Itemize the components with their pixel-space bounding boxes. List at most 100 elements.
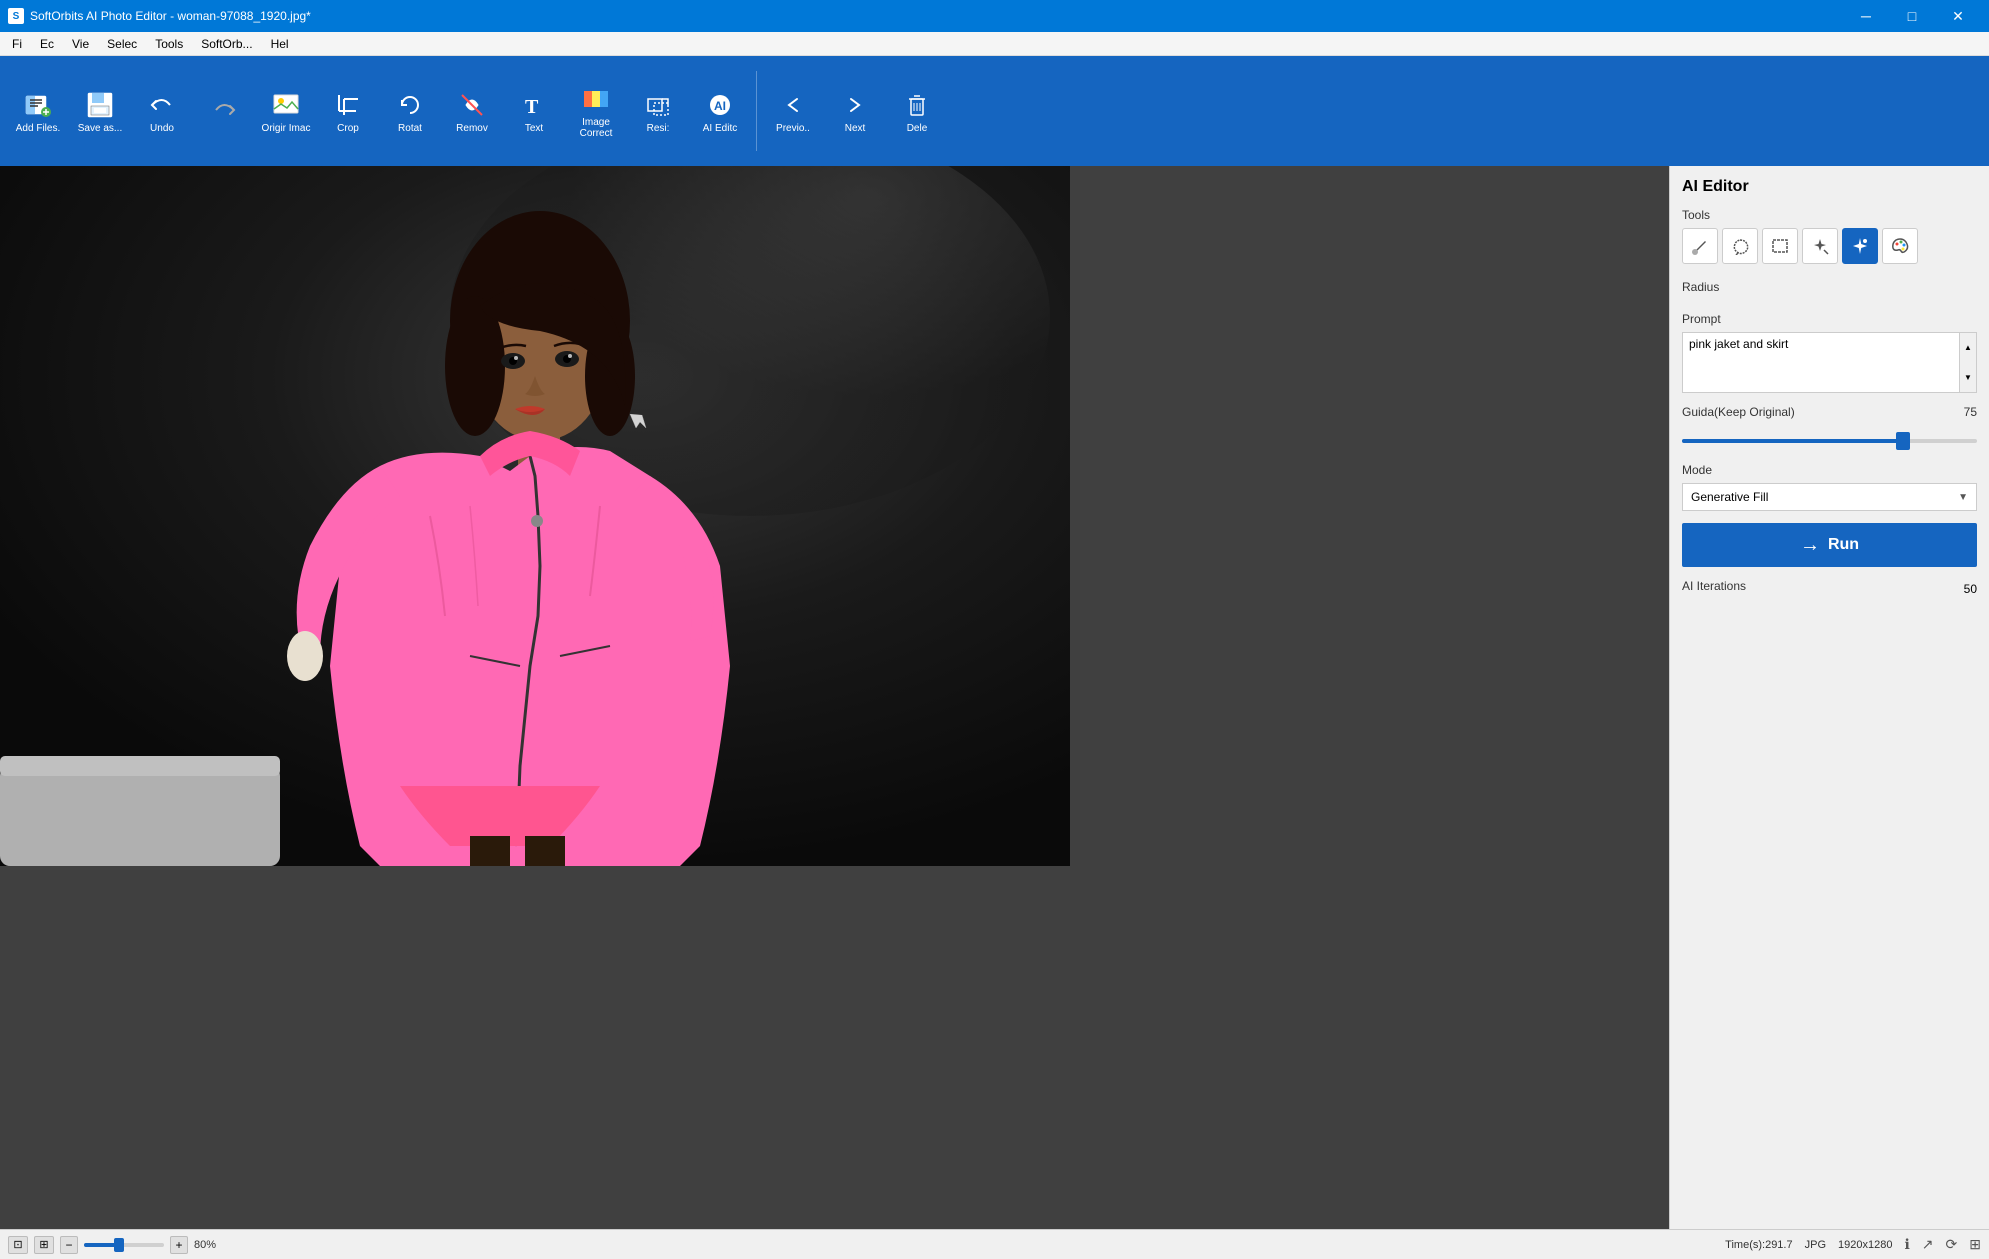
rotate-icon[interactable]: ⟳	[1946, 1236, 1958, 1253]
zoom-actual-button[interactable]: ⊞	[34, 1236, 54, 1254]
brush-tool-button[interactable]	[1682, 228, 1718, 264]
magic-select-button[interactable]	[1802, 228, 1838, 264]
svg-text:AI: AI	[714, 99, 726, 113]
maximize-button[interactable]: □	[1889, 0, 1935, 32]
chevron-down-icon: ▼	[1958, 492, 1968, 503]
rotate-label: Rotat	[398, 123, 422, 134]
run-label: Run	[1828, 536, 1859, 554]
remove-icon	[456, 89, 488, 121]
status-right: Time(s):291.7 JPG 1920x1280 ℹ ↗ ⟳ ⊞	[1725, 1236, 1981, 1253]
menu-softorb[interactable]: SoftOrb...	[193, 32, 260, 55]
run-icon: →	[1800, 534, 1820, 557]
time-display: Time(s):291.7	[1725, 1239, 1792, 1251]
add-files-icon	[22, 89, 54, 121]
zoom-slider[interactable]	[84, 1243, 164, 1247]
guidance-slider-thumb[interactable]	[1896, 432, 1910, 450]
iterations-value: 50	[1964, 582, 1977, 596]
lasso-tool-button[interactable]	[1722, 228, 1758, 264]
redo-button[interactable]	[194, 63, 254, 159]
iterations-section: AI Iterations 50	[1682, 579, 1977, 599]
svg-text:T: T	[525, 96, 539, 118]
menu-bar: Fi Ec Vie Selec Tools SoftOrb... Hel	[0, 32, 1989, 56]
grid-icon[interactable]: ⊞	[1969, 1236, 1981, 1253]
zoom-slider-fill	[84, 1243, 116, 1247]
radius-section: Radius	[1682, 280, 1977, 300]
prompt-label: Prompt	[1682, 312, 1977, 326]
zoom-value: 80%	[194, 1239, 216, 1251]
run-button[interactable]: → Run	[1682, 523, 1977, 567]
menu-hel[interactable]: Hel	[263, 32, 297, 55]
crop-button[interactable]: Crop	[318, 63, 378, 159]
photo-canvas	[0, 166, 1070, 866]
rectangle-select-button[interactable]	[1762, 228, 1798, 264]
save-as-button[interactable]: Save as...	[70, 63, 130, 159]
guidance-slider-track[interactable]	[1682, 439, 1977, 443]
save-as-icon	[84, 89, 116, 121]
rotate-icon	[394, 89, 426, 121]
ai-editor-button[interactable]: AI AI Editc	[690, 63, 750, 159]
dimensions-display: 1920x1280	[1838, 1239, 1892, 1251]
save-as-label: Save as...	[78, 123, 122, 134]
window-title: SoftOrbits AI Photo Editor - woman-97088…	[30, 9, 311, 23]
panel-title: AI Editor	[1682, 178, 1977, 196]
menu-fi[interactable]: Fi	[4, 32, 30, 55]
external-link-icon[interactable]: ↗	[1922, 1236, 1934, 1253]
toolbar-separator	[756, 71, 757, 151]
guidance-slider-fill	[1682, 439, 1903, 443]
text-label: Text	[525, 123, 543, 134]
format-display: JPG	[1805, 1239, 1826, 1251]
minimize-button[interactable]: ─	[1843, 0, 1889, 32]
undo-label: Undo	[150, 123, 174, 134]
status-left: ⊡ ⊞ − + 80%	[8, 1236, 1717, 1254]
rotate-button[interactable]: Rotat	[380, 63, 440, 159]
next-label: Next	[845, 123, 866, 134]
zoom-slider-thumb[interactable]	[114, 1238, 124, 1252]
prompt-section: Prompt pink jaket and skirt ▲ ▼	[1682, 312, 1977, 393]
zoom-minus-button[interactable]: −	[60, 1236, 78, 1254]
menu-ec[interactable]: Ec	[32, 32, 62, 55]
image-correction-button[interactable]: Image Correct	[566, 63, 626, 159]
canvas-area[interactable]	[0, 166, 1669, 1229]
mode-label: Mode	[1682, 463, 1977, 477]
prompt-scroll-up[interactable]: ▲	[1960, 333, 1976, 363]
close-button[interactable]: ✕	[1935, 0, 1981, 32]
remove-button[interactable]: Remov	[442, 63, 502, 159]
delete-button[interactable]: Dele	[887, 63, 947, 159]
menu-selec[interactable]: Selec	[99, 32, 145, 55]
palette-tool-button[interactable]	[1882, 228, 1918, 264]
menu-tools[interactable]: Tools	[147, 32, 191, 55]
prompt-scrollbar: ▲ ▼	[1959, 333, 1976, 392]
menu-vie[interactable]: Vie	[64, 32, 97, 55]
original-image-button[interactable]: Origir Imac	[256, 63, 316, 159]
mode-value: Generative Fill	[1691, 490, 1768, 504]
zoom-plus-button[interactable]: +	[170, 1236, 188, 1254]
ai-editor-label: AI Editc	[703, 123, 737, 134]
resize-icon	[642, 89, 674, 121]
mode-dropdown[interactable]: Generative Fill ▼	[1682, 483, 1977, 511]
resize-button[interactable]: Resi:	[628, 63, 688, 159]
ai-editor-icon: AI	[704, 89, 736, 121]
delete-icon	[901, 89, 933, 121]
guidance-value: 75	[1964, 405, 1977, 419]
guidance-label: Guida(Keep Original)	[1682, 405, 1795, 419]
app-icon: S	[8, 8, 24, 24]
sparkle-tool-button[interactable]	[1842, 228, 1878, 264]
previous-button[interactable]: Previo..	[763, 63, 823, 159]
prompt-scroll-area: pink jaket and skirt ▲ ▼	[1682, 332, 1977, 393]
undo-button[interactable]: Undo	[132, 63, 192, 159]
info-icon[interactable]: ℹ	[1904, 1236, 1909, 1253]
image-correction-icon	[580, 83, 612, 115]
original-image-label: Origir Imac	[262, 123, 311, 134]
next-button[interactable]: Next	[825, 63, 885, 159]
text-button[interactable]: T Text	[504, 63, 564, 159]
text-icon: T	[518, 89, 550, 121]
prompt-input[interactable]: pink jaket and skirt	[1683, 333, 1976, 389]
previous-icon	[777, 89, 809, 121]
prompt-scroll-down[interactable]: ▼	[1960, 363, 1976, 393]
add-files-button[interactable]: Add Files.	[8, 63, 68, 159]
previous-label: Previo..	[776, 123, 810, 134]
zoom-fit-button[interactable]: ⊡	[8, 1236, 28, 1254]
title-bar: S SoftOrbits AI Photo Editor - woman-970…	[0, 0, 1989, 32]
iterations-label: AI Iterations	[1682, 579, 1746, 593]
crop-icon	[332, 89, 364, 121]
